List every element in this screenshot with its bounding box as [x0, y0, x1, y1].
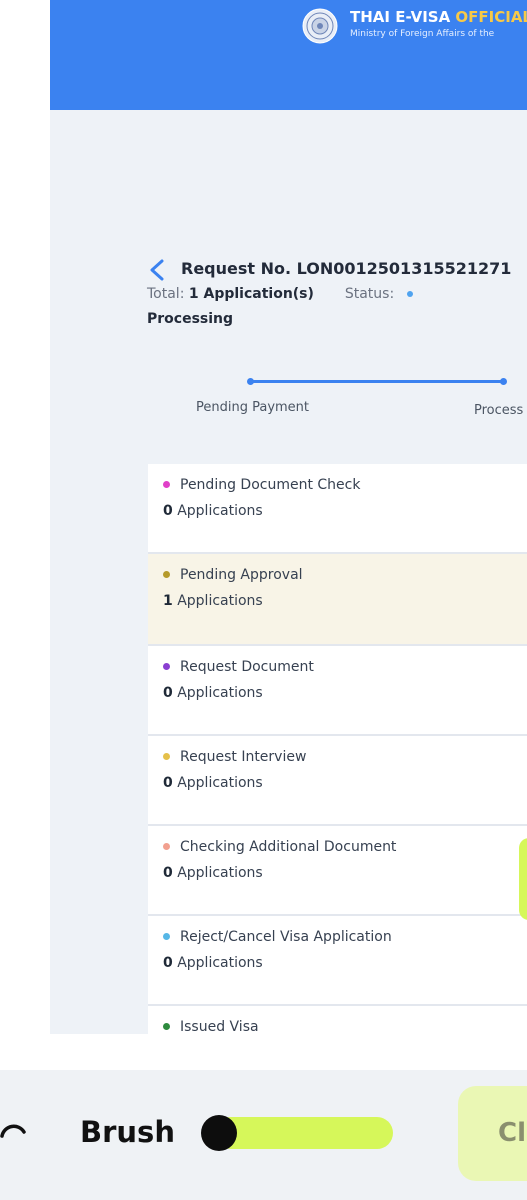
status-card-label-row: Pending Document Check — [163, 477, 360, 493]
side-tab[interactable] — [519, 838, 527, 920]
status-card-count: 0 — [163, 503, 173, 519]
status-card-unit: Applications — [177, 775, 263, 791]
status-card-count-row: 0 Applications — [163, 503, 263, 519]
status-value: Processing — [147, 311, 234, 327]
status-card-request-interview[interactable]: Request Interview 0 Applications — [148, 736, 527, 826]
clear-button[interactable]: Cl — [458, 1086, 527, 1181]
status-card-issued-visa[interactable]: Issued Visa — [148, 1006, 527, 1034]
status-card-unit: Applications — [177, 503, 263, 519]
site-subtitle: Ministry of Foreign Affairs of the — [350, 29, 495, 39]
status-card-label: Issued Visa — [180, 1019, 259, 1034]
request-title: Request No. LON0012501315521271 — [181, 259, 512, 278]
status-card-count: 0 — [163, 955, 173, 971]
status-dot — [163, 932, 170, 940]
step-dot-process — [500, 378, 507, 385]
status-card-label-row: Issued Visa — [163, 1019, 259, 1034]
total-label: Total: — [147, 286, 185, 302]
chevron-left-icon[interactable] — [147, 258, 167, 282]
status-card-label-row: Request Interview — [163, 749, 306, 765]
status-dot — [163, 842, 170, 850]
status-card-label-row: Reject/Cancel Visa Application — [163, 929, 392, 945]
status-card-label: Pending Document Check — [180, 477, 361, 493]
status-card-request-document[interactable]: Request Document 0 Applications — [148, 646, 527, 736]
status-card-count-row: 0 Applications — [163, 955, 263, 971]
step-label-process: Process — [474, 403, 524, 418]
status-dot — [163, 752, 170, 760]
status-label: Status: — [344, 286, 395, 302]
step-label-pending-payment: Pending Payment — [196, 400, 310, 415]
status-card-label-row: Checking Additional Document — [163, 839, 396, 855]
site-header: THAI E-VISA OFFICIAL Ministry of Foreign… — [50, 0, 527, 110]
status-card-pending-approval[interactable]: Pending Approval 1 Applications — [148, 554, 527, 646]
status-dot — [406, 291, 413, 297]
status-card-pending-document-check[interactable]: Pending Document Check 0 Applications — [148, 464, 527, 554]
status-card-count-row: 0 Applications — [163, 685, 263, 701]
status-dot — [163, 480, 170, 488]
status-card-label: Pending Approval — [180, 567, 303, 583]
status-card-label-row: Request Document — [163, 659, 314, 675]
step-dot-pending-payment — [247, 378, 254, 385]
status-card-count: 0 — [163, 685, 173, 701]
status-dot — [163, 1022, 170, 1030]
progress-stepper: Pending Payment Process — [50, 370, 527, 430]
status-card-count: 0 — [163, 775, 173, 791]
status-card-count: 0 — [163, 865, 173, 881]
brush-size-slider[interactable] — [215, 1117, 393, 1149]
status-card-unit: Applications — [177, 593, 263, 609]
total-value: 1 Application(s) — [188, 286, 314, 302]
status-card-label-row: Pending Approval — [163, 567, 303, 583]
brush-label: Brush — [80, 1115, 175, 1149]
status-card-count-row: 0 Applications — [163, 865, 263, 881]
status-dot — [163, 662, 170, 670]
status-card-label: Reject/Cancel Visa Application — [180, 929, 392, 945]
progress-line — [250, 380, 505, 383]
status-card-unit: Applications — [177, 955, 263, 971]
status-card-count-row: 1 Applications — [163, 593, 263, 609]
status-card-label: Checking Additional Document — [180, 839, 397, 855]
status-dot — [163, 570, 170, 578]
status-card-label: Request Interview — [180, 749, 307, 765]
screenshot-canvas: THAI E-VISA OFFICIAL Ministry of Foreign… — [50, 0, 527, 1034]
site-title: THAI E-VISA OFFICIAL — [350, 8, 527, 26]
status-card-checking-additional-document[interactable]: Checking Additional Document 0 Applicati… — [148, 826, 527, 916]
clear-button-label: Cl — [498, 1118, 526, 1148]
brush-size-slider-handle[interactable] — [201, 1115, 237, 1151]
emblem-icon — [302, 8, 338, 44]
status-card-label: Request Document — [180, 659, 314, 675]
request-summary: Total: 1 Application(s) Status: — [147, 286, 413, 302]
status-card-unit: Applications — [177, 685, 263, 701]
site-brand: THAI E-VISA OFFICIAL Ministry of Foreign… — [350, 8, 527, 39]
undo-icon[interactable] — [0, 1118, 30, 1148]
status-card-reject-cancel-visa-application[interactable]: Reject/Cancel Visa Application 0 Applica… — [148, 916, 527, 1006]
status-card-count: 1 — [163, 593, 173, 609]
status-card-count-row: 0 Applications — [163, 775, 263, 791]
status-card-unit: Applications — [177, 865, 263, 881]
